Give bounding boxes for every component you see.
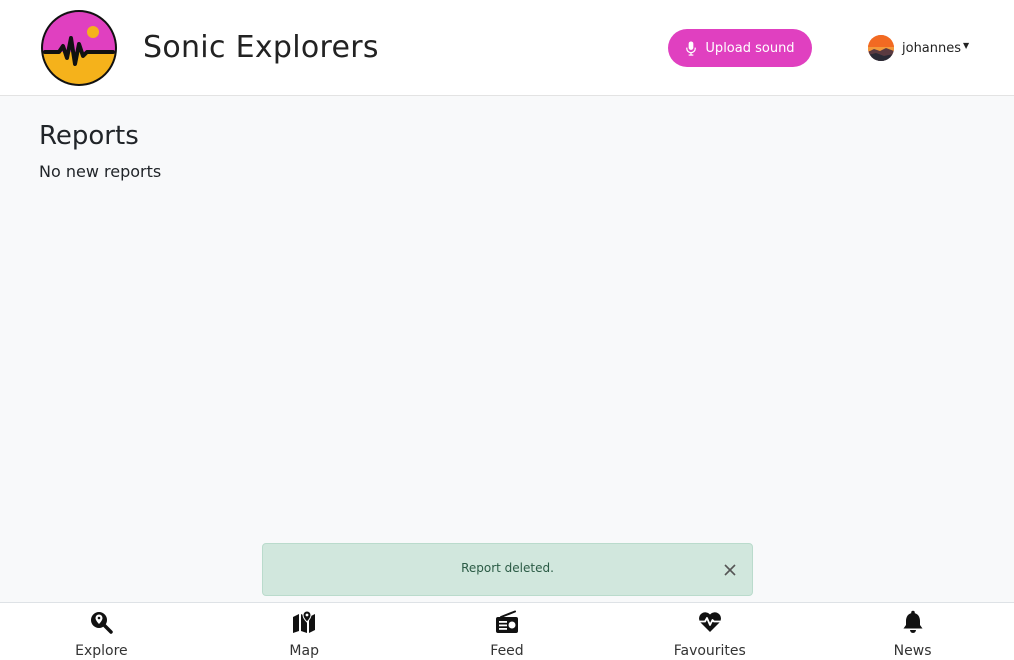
top-header: Sonic Explorers Upload sound johannes ▼	[0, 0, 1014, 96]
close-icon[interactable]	[721, 561, 739, 579]
avatar-image-icon	[868, 35, 894, 61]
avatar	[868, 35, 894, 61]
nav-label-explore: Explore	[75, 643, 128, 659]
microphone-icon	[686, 40, 697, 56]
nav-label-news: News	[893, 643, 932, 659]
map-icon	[293, 610, 316, 633]
toast-notification: Report deleted.	[262, 543, 753, 596]
empty-reports-message: No new reports	[39, 162, 162, 181]
nav-label-feed: Feed	[490, 643, 524, 659]
chevron-down-icon: ▼	[963, 40, 970, 50]
heartbeat-icon	[698, 612, 721, 632]
nav-item-feed[interactable]: Feed	[406, 603, 609, 660]
nav-item-news[interactable]: News	[811, 603, 1014, 660]
upload-sound-label: Upload sound	[705, 40, 795, 56]
app-title[interactable]: Sonic Explorers	[143, 28, 379, 68]
bell-icon	[903, 610, 923, 633]
nav-label-favourites: Favourites	[673, 643, 746, 659]
search-location-icon	[91, 612, 114, 634]
bottom-nav: Explore Map Feed Favourites News	[0, 602, 1014, 660]
nav-item-explore[interactable]: Explore	[0, 603, 203, 660]
username-label: johannes	[902, 40, 962, 56]
upload-sound-button[interactable]: Upload sound	[668, 29, 812, 67]
nav-item-favourites[interactable]: Favourites	[608, 603, 811, 660]
nav-label-map: Map	[289, 643, 319, 659]
radio-icon	[495, 610, 518, 633]
nav-item-map[interactable]: Map	[203, 603, 406, 660]
app-logo-icon[interactable]	[39, 8, 119, 88]
toast-message: Report deleted.	[461, 561, 554, 575]
user-menu-dropdown[interactable]: johannes ▼	[868, 34, 969, 62]
page-title: Reports	[39, 121, 139, 151]
